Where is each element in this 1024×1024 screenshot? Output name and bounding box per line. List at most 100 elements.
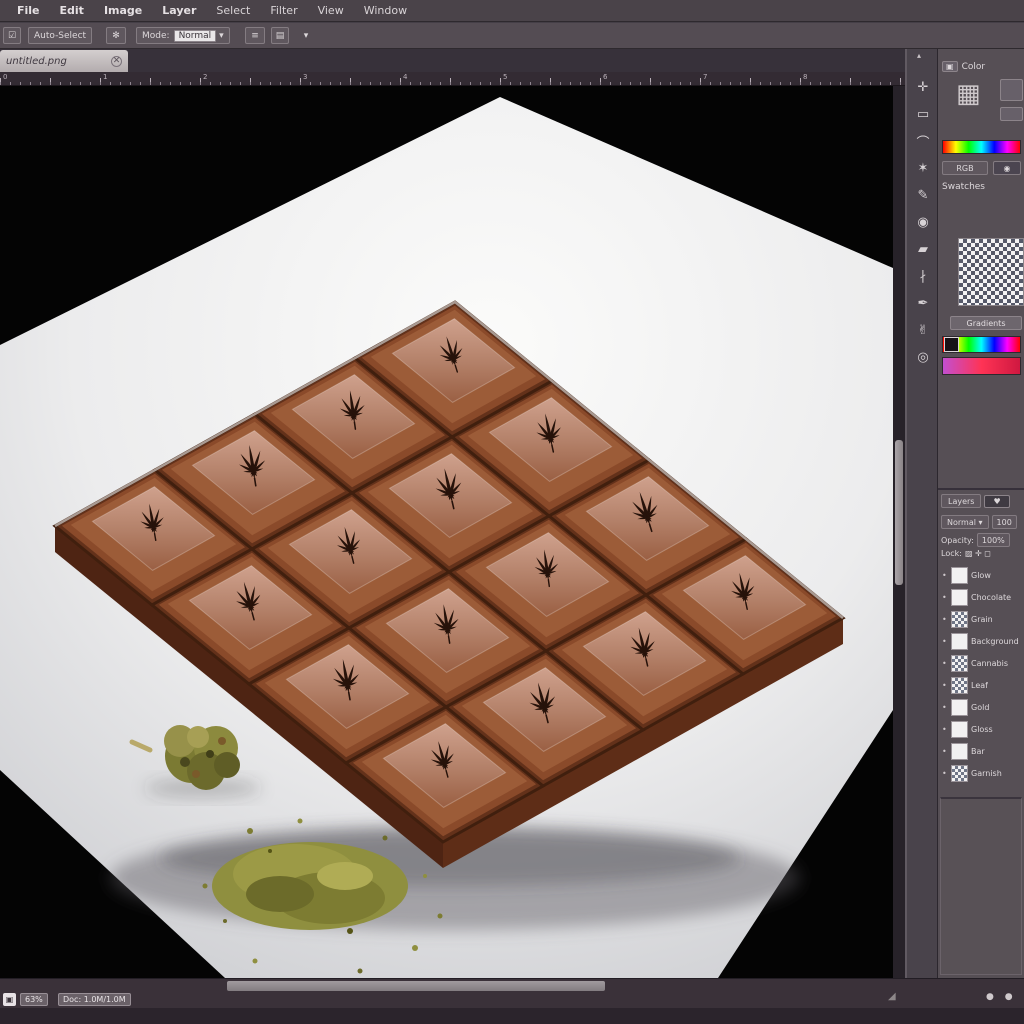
align-left-icon[interactable]: ≡: [245, 27, 265, 44]
window-footer: [0, 1008, 1024, 1024]
more-options-caret-icon[interactable]: ▾: [298, 27, 314, 44]
visibility-toggle-icon[interactable]: ◉: [993, 161, 1021, 175]
layer-visibility-icon[interactable]: •: [942, 681, 948, 690]
magic-wand-tool-icon[interactable]: ✶: [911, 156, 935, 180]
menu-item-window[interactable]: Window: [355, 2, 416, 19]
resize-grip-icon[interactable]: ◢: [888, 991, 896, 1002]
layer-thumbnail[interactable]: [951, 677, 968, 694]
vertical-scrollbar-thumb[interactable]: [895, 440, 903, 585]
layer-row[interactable]: •Bar: [938, 740, 1024, 762]
align-grid-icon[interactable]: ▤: [271, 27, 289, 44]
color-swap-button[interactable]: [1000, 79, 1023, 101]
ruler-label: 0: [3, 73, 7, 81]
layer-thumbnail[interactable]: [951, 765, 968, 782]
menu-item-image[interactable]: Image: [95, 2, 151, 19]
photo-editor-window: FileEditImageLayerSelectFilterViewWindow…: [0, 0, 1024, 1024]
lasso-tool-icon[interactable]: ⌒: [911, 129, 935, 153]
layer-name: Background: [971, 637, 1019, 646]
mode-combo[interactable]: Mode: Normal ▾: [136, 27, 230, 44]
layer-name: Leaf: [971, 681, 988, 690]
panel-menu-icon[interactable]: ♥: [984, 495, 1009, 508]
menu-item-select[interactable]: Select: [207, 2, 259, 19]
zoom-level-chip[interactable]: 63%: [20, 993, 48, 1006]
eyedropper-tool-icon[interactable]: ∤: [911, 264, 935, 288]
layer-visibility-icon[interactable]: •: [942, 703, 948, 712]
brush-tool-icon[interactable]: ✎: [911, 183, 935, 207]
layer-thumbnail[interactable]: [951, 655, 968, 672]
transparency-swatch[interactable]: [958, 238, 1024, 306]
auto-select-button[interactable]: Auto-Select: [28, 27, 92, 44]
empty-panel-well: [940, 797, 1022, 975]
layer-row[interactable]: • Leaf: [938, 674, 1024, 696]
gradients-label: Gradients: [950, 316, 1022, 330]
layer-row[interactable]: •Garnish: [938, 762, 1024, 784]
gradient-preset-pink[interactable]: [942, 357, 1021, 375]
layer-row[interactable]: • Background: [938, 630, 1024, 652]
layer-row[interactable]: •Grain: [938, 608, 1024, 630]
layer-thumbnail[interactable]: [951, 589, 968, 606]
layer-visibility-icon[interactable]: •: [942, 747, 948, 756]
gear-icon[interactable]: ✻: [106, 27, 126, 44]
vertical-scrollbar[interactable]: [893, 86, 905, 978]
move-tool-icon[interactable]: ✛: [911, 75, 935, 99]
layer-row[interactable]: •Gloss: [938, 718, 1024, 740]
color-panel-header[interactable]: ▣ Color: [942, 61, 985, 72]
close-icon[interactable]: ✕: [111, 56, 122, 67]
swatches-panel-header[interactable]: Swatches: [942, 182, 985, 192]
layer-thumbnail[interactable]: [951, 721, 968, 738]
layer-thumbnail[interactable]: [951, 743, 968, 760]
layer-visibility-icon[interactable]: •: [942, 769, 948, 778]
tab-rgb[interactable]: RGB: [942, 161, 988, 175]
foreground-color-swatch[interactable]: [944, 337, 959, 352]
doc-size-chip: Doc: 1.0M/1.0M: [58, 993, 131, 1006]
layer-visibility-icon[interactable]: •: [942, 637, 948, 646]
menu-item-filter[interactable]: Filter: [261, 2, 306, 19]
blend-mode-select[interactable]: Normal ▾: [941, 515, 989, 529]
eraser-tool-icon[interactable]: ▰: [911, 237, 935, 261]
clone-stamp-tool-icon[interactable]: ◉: [911, 210, 935, 234]
layer-name: Glow: [971, 571, 991, 580]
layer-thumbnail[interactable]: [951, 567, 968, 584]
layer-visibility-icon[interactable]: •: [942, 615, 948, 624]
menu-item-file[interactable]: File: [8, 2, 49, 19]
tab-layers[interactable]: Layers: [941, 494, 981, 508]
layer-visibility-icon[interactable]: •: [942, 593, 948, 602]
opacity-field[interactable]: 100%: [977, 533, 1010, 547]
fill-field[interactable]: 100: [992, 515, 1017, 529]
document-tab-bar: untitled.png ✕: [0, 49, 905, 72]
pen-tool-icon[interactable]: ✒: [911, 291, 935, 315]
layer-name: Chocolate: [971, 593, 1011, 602]
document-tab[interactable]: untitled.png ✕: [0, 50, 128, 72]
canvas-area[interactable]: [0, 86, 893, 978]
layer-thumbnail[interactable]: [951, 633, 968, 650]
menu-item-edit[interactable]: Edit: [51, 2, 93, 19]
picker-preview-icon[interactable]: ▦: [956, 79, 981, 109]
layer-thumbnail[interactable]: [951, 699, 968, 716]
menu-item-layer[interactable]: Layer: [153, 2, 205, 19]
lock-icons[interactable]: ▨ ✛ ◻: [965, 549, 991, 558]
hue-spectrum-bar[interactable]: [942, 140, 1021, 154]
hand-tool-icon[interactable]: ✌: [911, 318, 935, 342]
mode-caret-icon[interactable]: ▾: [219, 31, 224, 41]
collapse-strip-icon[interactable]: ▴: [917, 51, 921, 60]
layer-visibility-icon[interactable]: •: [942, 571, 948, 580]
panel-footer-buttons[interactable]: ● ●: [986, 992, 1017, 1002]
tool-options-bar: ☑ Auto-Select ✻ Mode: Normal ▾ ≡ ▤ ▾: [0, 23, 1024, 49]
layer-visibility-icon[interactable]: •: [942, 725, 948, 734]
layer-row[interactable]: •Gold: [938, 696, 1024, 718]
marquee-tool-icon[interactable]: ▭: [911, 102, 935, 126]
layer-thumbnail[interactable]: [951, 611, 968, 628]
layer-visibility-icon[interactable]: •: [942, 659, 948, 668]
menu-item-view[interactable]: View: [309, 2, 353, 19]
zoom-tool-icon[interactable]: ◎: [911, 345, 935, 369]
horizontal-scrollbar-thumb[interactable]: [227, 981, 605, 991]
layer-row[interactable]: • Glow: [938, 564, 1024, 586]
ruler-label: 8: [803, 73, 807, 81]
mode-field[interactable]: Normal: [174, 30, 217, 42]
ruler-label: 6: [603, 73, 607, 81]
swatches-title: Swatches: [942, 182, 985, 192]
color-option-button[interactable]: [1000, 107, 1023, 121]
layer-row[interactable]: •Cannabis: [938, 652, 1024, 674]
layer-row[interactable]: • Chocolate: [938, 586, 1024, 608]
tool-preset-checkbox[interactable]: ☑: [3, 27, 21, 44]
